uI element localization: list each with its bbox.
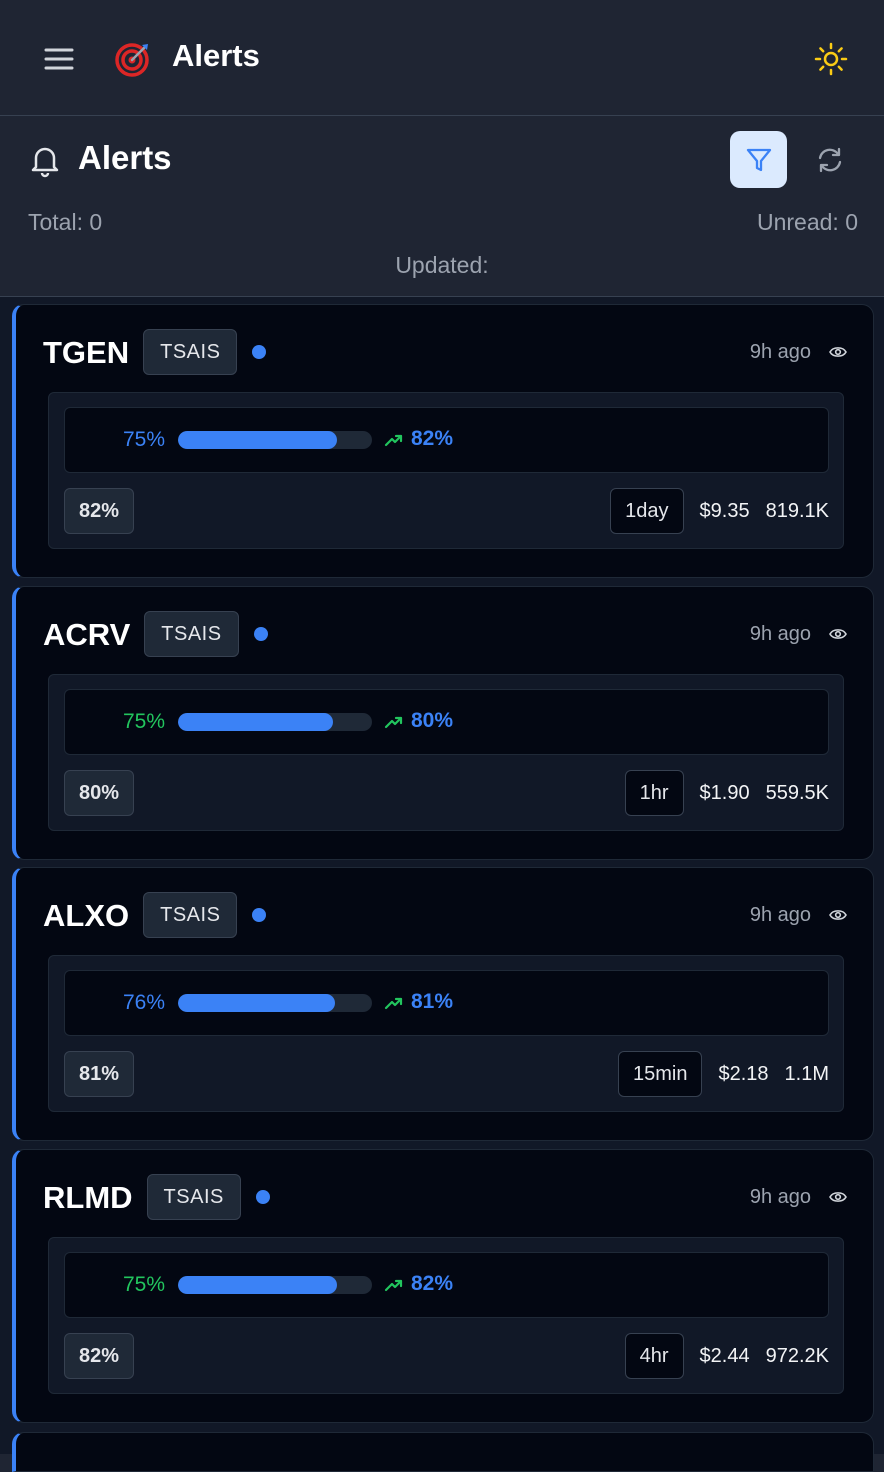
score-progress-fill [178, 713, 334, 731]
alerts-summary-header: Alerts Total: 0 Unread: 0 Updated: [0, 117, 884, 297]
end-score: 81% [411, 990, 454, 1013]
ticker-symbol: ACRV [43, 617, 131, 652]
volume: 559.5K [765, 781, 829, 804]
start-score: 75% [122, 710, 165, 733]
score-progress-bar [178, 994, 372, 1012]
end-score: 80% [411, 709, 454, 732]
ticker-symbol: TGEN [43, 335, 130, 370]
score-progress-row: 75% 82% [64, 407, 829, 473]
alert-card[interactable]: TGEN TSAIS 9h ago 75% 82% 82% 1day $9.35… [12, 304, 874, 578]
alert-time: 9h ago [749, 623, 811, 645]
unread-indicator [253, 627, 268, 641]
source-badge: TSAIS [143, 892, 238, 938]
end-score: 82% [411, 427, 454, 450]
target-icon [115, 43, 149, 77]
eye-icon[interactable] [829, 345, 847, 359]
start-score: 75% [122, 1273, 165, 1296]
confidence-badge: 82% [64, 1333, 135, 1379]
alert-card[interactable]: ALXO TSAIS 9h ago 76% 81% 81% 15min $2.1… [12, 867, 874, 1141]
timeframe-badge: 1day [610, 488, 684, 534]
alert-meta: 1hr $1.90 559.5K [624, 770, 829, 816]
refresh-button[interactable] [806, 139, 854, 181]
app-title: Alerts [172, 38, 260, 73]
ticker-symbol: ALXO [43, 898, 130, 933]
score-progress-bar [178, 1276, 372, 1294]
alert-meta: 1day $9.35 819.1K [610, 488, 829, 534]
timeframe-badge: 15min [617, 1051, 703, 1097]
trending-up-icon [384, 434, 403, 447]
alert-details: 75% 82% 82% 4hr $2.44 972.2K [48, 1237, 844, 1394]
ticker-symbol: RLMD [43, 1180, 133, 1215]
price: $9.35 [699, 499, 750, 522]
score-progress-bar [178, 431, 372, 449]
volume: 819.1K [765, 499, 829, 522]
filter-button[interactable] [730, 131, 787, 188]
alert-meta: 15min $2.18 1.1M [617, 1051, 829, 1097]
start-score: 75% [122, 428, 165, 451]
section-title: Alerts [78, 139, 172, 176]
eye-icon[interactable] [829, 627, 847, 641]
trending-up-icon [384, 997, 403, 1010]
timeframe-badge: 4hr [624, 1333, 684, 1379]
confidence-badge: 81% [64, 1051, 135, 1097]
theme-toggle-button[interactable] [812, 40, 850, 78]
confidence-badge: 80% [64, 770, 135, 816]
menu-button[interactable] [40, 40, 78, 78]
eye-icon[interactable] [829, 1190, 847, 1204]
alert-details: 75% 80% 80% 1hr $1.90 559.5K [48, 674, 844, 831]
trending-up-icon [384, 716, 403, 729]
source-badge: TSAIS [144, 611, 239, 657]
unread-count: Unread: 0 [756, 209, 858, 235]
app-logo [114, 40, 152, 78]
volume: 972.2K [765, 1344, 829, 1367]
price: $2.44 [699, 1344, 750, 1367]
score-progress-fill [178, 1276, 338, 1294]
alert-card[interactable]: RLMD TSAIS 9h ago 75% 82% 82% 4hr $2.44 … [12, 1149, 874, 1423]
confidence-badge: 82% [64, 488, 135, 534]
source-badge: TSAIS [146, 1174, 241, 1220]
alert-time: 9h ago [749, 904, 811, 926]
refresh-icon [818, 147, 842, 173]
top-bar: Alerts [0, 0, 884, 116]
score-progress-row: 75% 82% [64, 1252, 829, 1318]
alert-card[interactable]: ACRV TSAIS 9h ago 75% 80% 80% 1hr $1.90 … [12, 586, 874, 860]
alert-details: 76% 81% 81% 15min $2.18 1.1M [48, 955, 844, 1112]
hamburger-icon [44, 48, 74, 70]
unread-indicator [252, 908, 267, 922]
sun-icon [814, 42, 848, 76]
total-count: Total: 0 [28, 209, 103, 235]
trending-up-icon [384, 1279, 403, 1292]
alert-meta: 4hr $2.44 972.2K [624, 1333, 829, 1379]
alert-details: 75% 82% 82% 1day $9.35 819.1K [48, 392, 844, 549]
score-progress-row: 76% 81% [64, 970, 829, 1036]
score-progress-row: 75% 80% [64, 689, 829, 755]
unread-indicator [252, 345, 267, 359]
alert-list: TGEN TSAIS 9h ago 75% 82% 82% 1day $9.35… [0, 297, 884, 1472]
start-score: 76% [122, 991, 165, 1014]
price: $2.18 [718, 1062, 769, 1085]
source-badge: TSAIS [143, 329, 238, 375]
volume: 1.1M [784, 1062, 829, 1085]
alert-card-partial[interactable] [12, 1432, 874, 1472]
timeframe-badge: 1hr [624, 770, 684, 816]
score-progress-bar [178, 713, 372, 731]
end-score: 82% [411, 1272, 454, 1295]
price: $1.90 [699, 781, 750, 804]
score-progress-fill [178, 431, 338, 449]
eye-icon[interactable] [829, 908, 847, 922]
alert-time: 9h ago [749, 341, 811, 363]
filter-icon [746, 148, 771, 171]
unread-indicator [255, 1190, 270, 1204]
bell-icon [26, 141, 64, 179]
alert-time: 9h ago [749, 1186, 811, 1208]
score-progress-fill [178, 994, 336, 1012]
updated-timestamp: Updated: [395, 252, 489, 278]
